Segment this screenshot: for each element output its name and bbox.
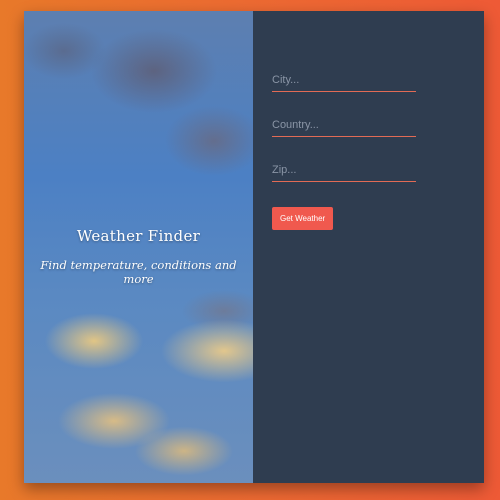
hero-image-panel: Weather Finder Find temperature, conditi… [24,11,253,483]
hero-text: Weather Finder Find temperature, conditi… [24,227,253,286]
city-input[interactable] [272,69,416,92]
get-weather-button[interactable]: Get Weather [272,207,334,230]
country-input[interactable] [272,114,416,137]
app-container: Weather Finder Find temperature, conditi… [24,11,484,483]
app-title: Weather Finder [76,227,201,245]
weather-form: Get Weather [272,69,416,230]
form-panel: Get Weather [253,11,484,483]
app-subtitle: Find temperature, conditions and more [40,258,237,286]
zip-input[interactable] [272,159,416,182]
